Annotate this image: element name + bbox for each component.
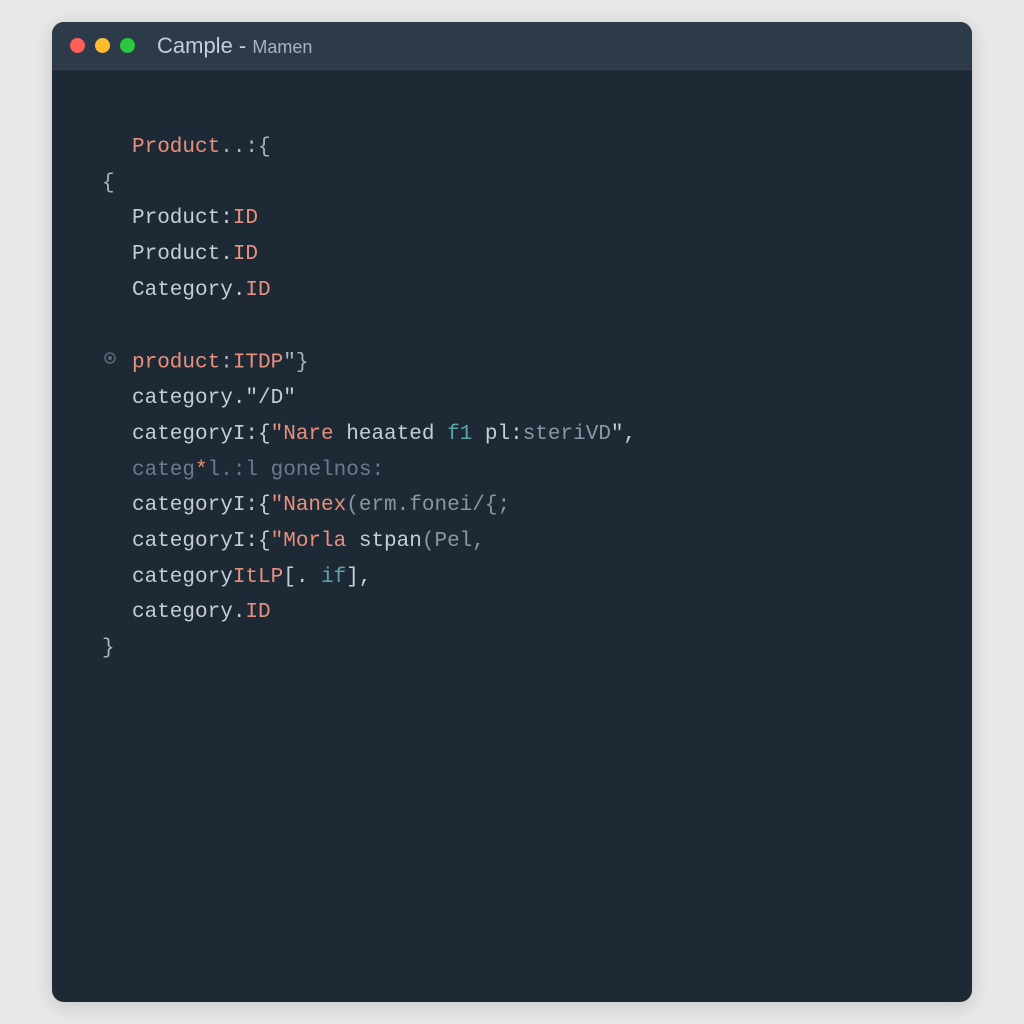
code-line: category.ID xyxy=(102,595,932,631)
code-token: ID xyxy=(233,207,258,230)
code-line: category."/D" xyxy=(102,381,932,417)
code-token: ItLP xyxy=(233,566,283,589)
code-line: categoryItLP[. if], xyxy=(102,560,932,596)
code-line: categoryI:{"Nanex(erm.fonei/{; xyxy=(102,488,932,524)
title-main: Cample xyxy=(157,33,233,58)
code-token: [. xyxy=(283,566,321,589)
code-token: ID xyxy=(245,279,270,302)
code-token: heaated xyxy=(334,423,447,446)
code-token: Product xyxy=(132,136,220,159)
code-token: categoryI:{ xyxy=(132,530,271,553)
code-token: Product: xyxy=(132,207,233,230)
code-blank-line xyxy=(102,308,932,344)
code-token: (erm.fonei/{; xyxy=(346,494,510,517)
minimize-icon[interactable] xyxy=(95,38,110,53)
code-token: ", xyxy=(611,423,636,446)
code-token: stpan xyxy=(346,530,422,553)
code-token: f1 xyxy=(447,423,472,446)
code-token: l.:l gonelnos: xyxy=(208,459,384,482)
code-token: "Nare xyxy=(271,423,334,446)
code-token: categ xyxy=(132,459,195,482)
code-line: categoryI:{"Nare heaated f1 pl:steriVD", xyxy=(102,417,932,453)
code-token: ID xyxy=(233,243,258,266)
code-token: ITDP xyxy=(233,352,283,375)
code-token: * xyxy=(195,459,208,482)
title-sep: - xyxy=(233,33,253,58)
code-token: : xyxy=(220,352,233,375)
code-token: steriVD xyxy=(523,423,611,446)
code-token: "/D" xyxy=(245,387,295,410)
code-token: "} xyxy=(283,352,308,375)
code-line: { xyxy=(102,166,932,202)
code-token: category xyxy=(132,566,233,589)
code-token: ], xyxy=(346,566,371,589)
code-token: category. xyxy=(132,601,245,624)
code-editor[interactable]: Product..:{ { Product:ID Product.ID Cate… xyxy=(52,70,972,697)
code-line: Product:ID xyxy=(102,201,932,237)
editor-window: Cample - Mamen Product..:{ { Product:ID … xyxy=(52,22,972,1002)
code-token: } xyxy=(102,637,115,660)
code-token: "Morla xyxy=(271,530,347,553)
code-line: Product.ID xyxy=(102,237,932,273)
code-token: Category. xyxy=(132,279,245,302)
code-line: Category.ID xyxy=(102,273,932,309)
code-line: categ*l.:l gonelnos: xyxy=(102,453,932,489)
code-token: product xyxy=(132,352,220,375)
code-token: categoryI:{ xyxy=(132,494,271,517)
traffic-lights xyxy=(70,38,135,53)
code-token: (Pel, xyxy=(422,530,485,553)
title-sub: Mamen xyxy=(252,37,312,57)
code-token: pl: xyxy=(472,423,522,446)
gutter-icon[interactable] xyxy=(102,344,122,380)
code-token: categoryI:{ xyxy=(132,423,271,446)
code-token: "Nanex xyxy=(271,494,347,517)
code-line: categoryI:{"Morla stpan(Pel, xyxy=(102,524,932,560)
code-line: } xyxy=(102,631,932,667)
maximize-icon[interactable] xyxy=(120,38,135,53)
code-token: ..:{ xyxy=(220,136,270,159)
titlebar[interactable]: Cample - Mamen xyxy=(52,22,972,70)
code-token: category. xyxy=(132,387,245,410)
code-token: Product. xyxy=(132,243,233,266)
code-token: { xyxy=(102,172,115,195)
code-line: Product..:{ xyxy=(102,130,932,166)
code-token: if xyxy=(321,566,346,589)
code-line: product:ITDP"} xyxy=(102,344,932,381)
code-token: ID xyxy=(245,601,270,624)
window-title: Cample - Mamen xyxy=(157,33,312,59)
close-icon[interactable] xyxy=(70,38,85,53)
